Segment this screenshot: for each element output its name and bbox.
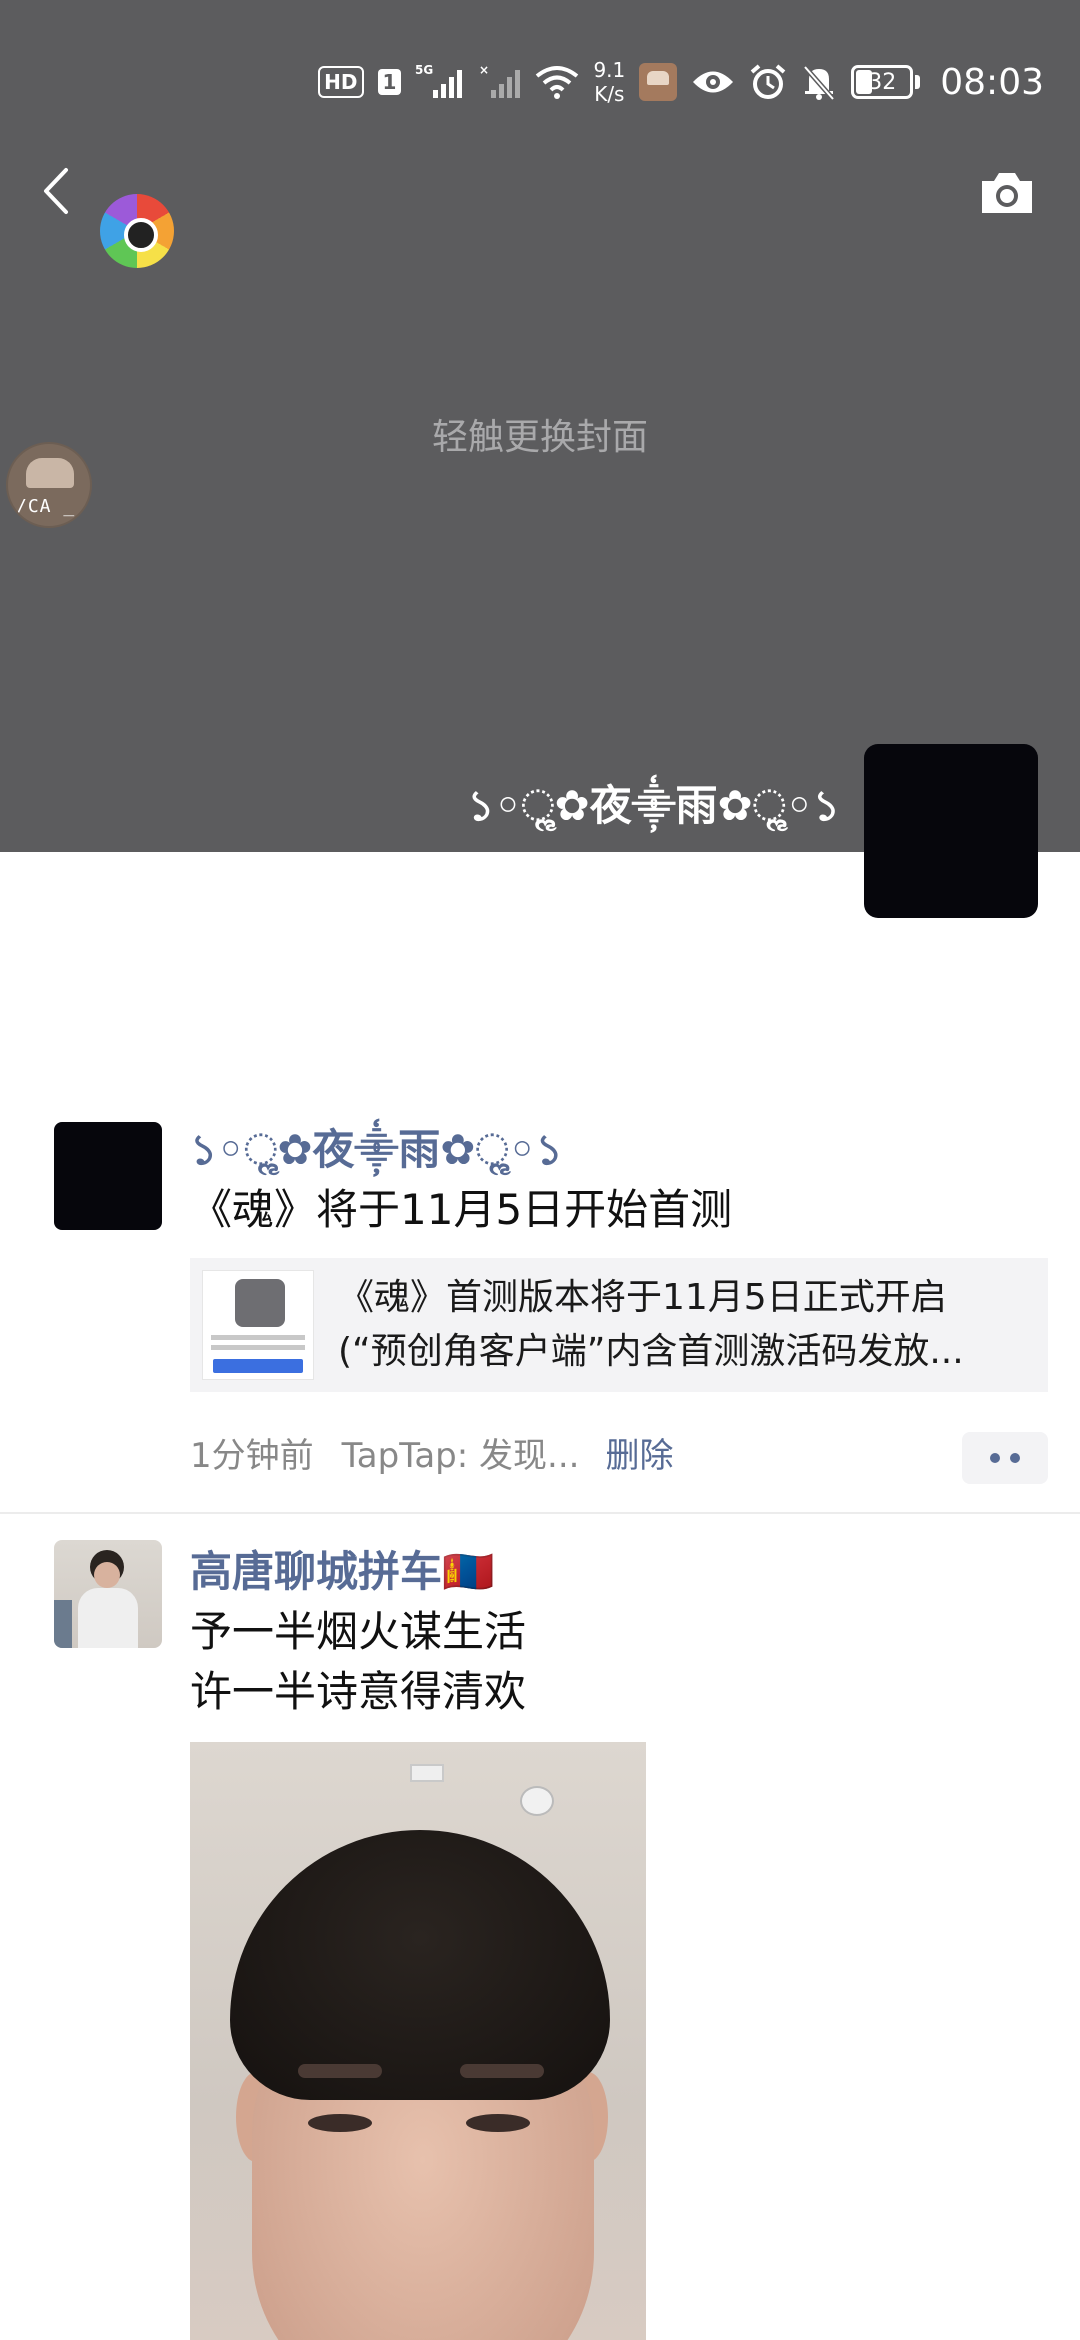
signal-empty-icon: ×: [479, 62, 521, 102]
link-title-line1: 《魂》首测版本将于11月5日正式开启: [338, 1277, 947, 1318]
shared-link-card[interactable]: 《魂》首测版本将于11月5日正式开启 (“预创角客户端”内含首测激活码发放...: [190, 1258, 1048, 1392]
alarm-icon: [749, 63, 787, 101]
post-source[interactable]: TapTap: 发现...: [342, 1428, 580, 1477]
delete-button[interactable]: 删除: [605, 1428, 673, 1477]
post-author-name[interactable]: 高唐聊城拼车🇲🇳: [190, 1542, 1048, 1602]
post-text: 《魂》将于11月5日开始首测: [190, 1185, 733, 1234]
speed-value: 9.1: [593, 58, 626, 82]
hd-icon: HD: [318, 66, 364, 98]
sim-icon: 1: [377, 69, 402, 95]
post-avatar[interactable]: [54, 1540, 162, 1648]
battery-level: 32: [868, 69, 897, 95]
link-thumbnail: [202, 1270, 314, 1380]
svg-text:×: ×: [479, 63, 489, 77]
post-photo[interactable]: [190, 1742, 646, 2340]
camera-button[interactable]: [978, 168, 1036, 218]
network-label: 5G: [415, 63, 433, 77]
post-text-line: 许一半诗意得清欢: [190, 1667, 527, 1716]
signal-5g-icon: 5G: [415, 62, 465, 102]
status-time: 08:03: [940, 61, 1044, 103]
camera-icon: [982, 173, 1032, 213]
bell-off-icon: [801, 63, 837, 101]
back-arrow-icon: [44, 168, 68, 214]
post-text-line: 予一半烟火谋生活: [190, 1607, 527, 1656]
battery-icon: 32: [851, 65, 921, 99]
author-name-text: 高唐聊城拼车: [190, 1547, 443, 1596]
net-speed: 9.1 K/s: [593, 58, 625, 106]
more-options-button[interactable]: [962, 1432, 1048, 1484]
more-dots-icon: [990, 1453, 1000, 1463]
app-notification-icon: [639, 63, 678, 101]
status-icons: HD 1 5G × 9.1 K/s 32 08:03: [318, 52, 1044, 112]
speed-unit: K/s: [594, 82, 625, 106]
post-time: 1分钟前: [190, 1435, 314, 1476]
eye-icon: [691, 67, 735, 97]
post-author-name[interactable]: ১◦ૢ✿夜⸎雨✿ૢ◦১: [190, 1120, 1048, 1180]
change-cover-hint[interactable]: 轻触更换封面: [0, 408, 1080, 460]
wifi-icon: [535, 64, 579, 100]
back-button[interactable]: [30, 160, 80, 222]
aperture-icon[interactable]: [100, 194, 174, 268]
cover-user-name: ১◦ૢ✿夜⸎雨✿ૢ◦১: [467, 781, 840, 830]
moment-post: ১◦ૢ✿夜⸎雨✿ૢ◦১ 《魂》将于11月5日开始首测 《魂》首测版本将于11月5…: [0, 1096, 1080, 1512]
cover-area[interactable]: HD 1 5G × 9.1 K/s 32 08:03 /CA _ 轻触更换封面 …: [0, 0, 1080, 852]
link-title-line2: (“预创角客户端”内含首测激活码发放...: [338, 1331, 964, 1372]
moments-feed: ১◦ૢ✿夜⸎雨✿ૢ◦১ 《魂》将于11月5日开始首测 《魂》首测版本将于11月5…: [0, 1096, 1080, 2340]
profile-avatar[interactable]: [864, 744, 1038, 918]
post-meta: 1分钟前 TapTap: 发现... 删除: [190, 1392, 1048, 1512]
post-avatar[interactable]: [54, 1122, 162, 1230]
status-bar: HD 1 5G × 9.1 K/s 32 08:03: [0, 0, 1080, 160]
moment-post: 高唐聊城拼车🇲🇳 予一半烟火谋生活 许一半诗意得清欢: [0, 1514, 1080, 2340]
flag-emoji: 🇲🇳: [442, 1547, 495, 1596]
floating-avatar-text: /CA _: [16, 496, 76, 517]
